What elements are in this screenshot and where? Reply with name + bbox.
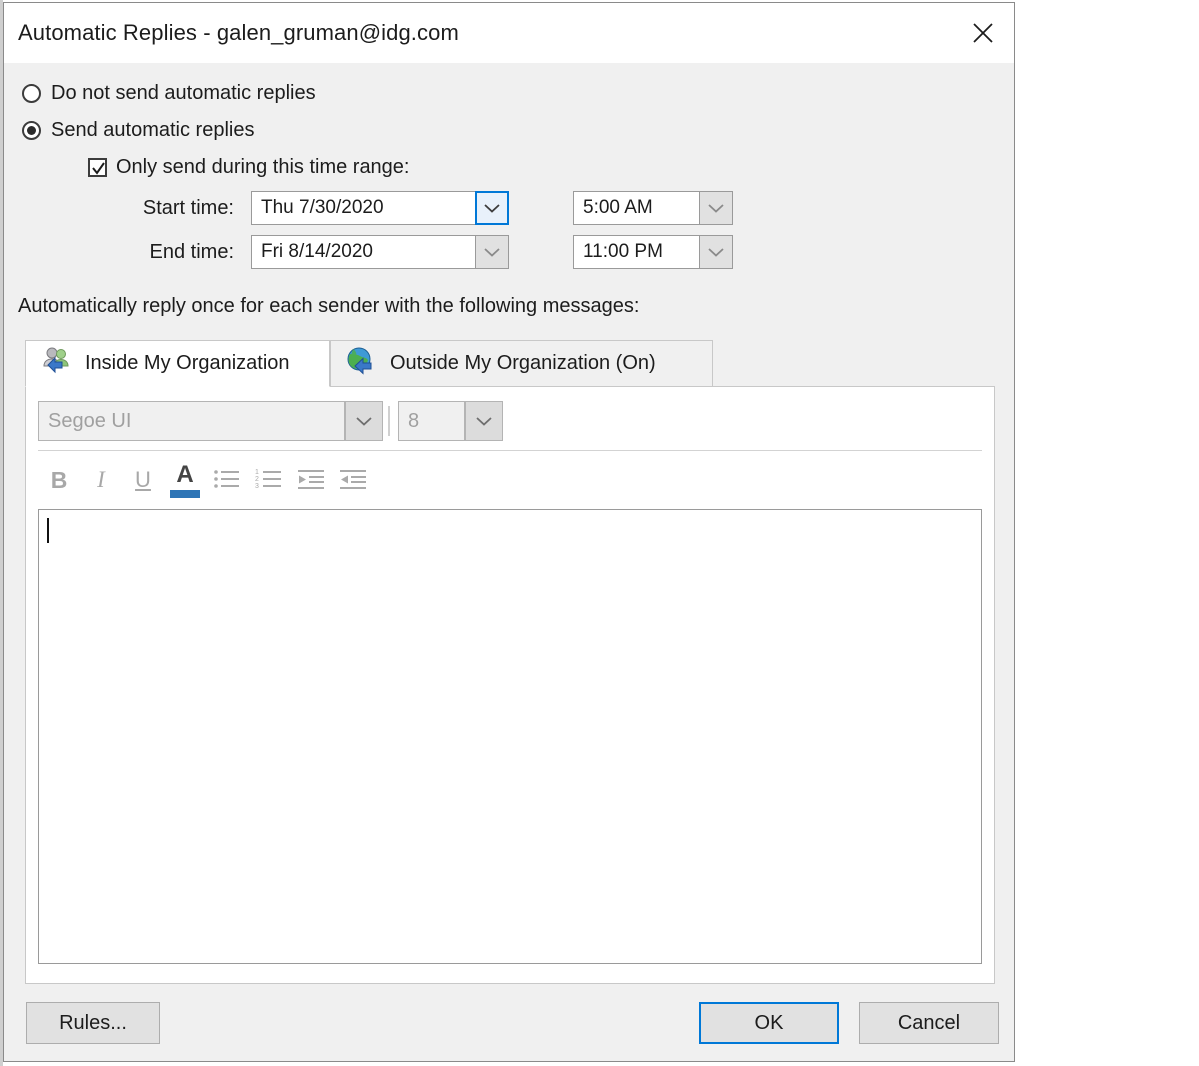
font-color-glyph: A [170,462,200,498]
svg-text:2: 2 [255,476,259,483]
tab-inside-my-organization[interactable]: Inside My Organization [25,340,330,387]
svg-text:3: 3 [255,483,259,490]
chevron-down-icon [484,247,500,257]
chevron-down-icon [476,416,492,426]
dialog-titlebar: Automatic Replies - galen_gruman@idg.com [4,3,1014,63]
globe-reply-icon [345,346,379,382]
radio-do-not-send-automatic-replies[interactable]: Do not send automatic replies [22,82,316,105]
screen: Automatic Replies - galen_gruman@idg.com… [0,0,1199,1066]
font-name-combo[interactable]: Segoe UI [38,401,383,441]
dialog-title: Automatic Replies - galen_gruman@idg.com [18,20,459,45]
bold-icon[interactable]: B [38,459,80,501]
checkbox-label-time-range: Only send during this time range: [116,156,410,178]
underline-icon[interactable]: U [122,459,164,501]
ok-button[interactable]: OK [699,1002,839,1044]
bullet-list-icon[interactable] [206,459,248,501]
text-caret [47,518,49,543]
svg-text:1: 1 [255,469,259,476]
underline-glyph: U [135,467,151,492]
font-size-dropdown-button[interactable] [465,401,503,441]
radio-label-send: Send automatic replies [51,119,255,141]
radio-label-do-not-send: Do not send automatic replies [51,82,316,104]
toolbar-divider [388,406,390,436]
tab-label-inside: Inside My Organization [85,352,290,374]
people-reply-icon [40,346,74,382]
chevron-down-icon [708,247,724,257]
dialog-body: Do not send automatic replies Send autom… [4,63,1014,1061]
end-date-combo[interactable]: Fri 8/14/2020 [251,235,509,269]
chevron-down-icon [484,203,500,213]
start-time-label: Start time: [142,197,234,219]
reply-instruction-text: Automatically reply once for each sender… [18,295,640,317]
chevron-down-icon [708,203,724,213]
inside-organization-panel: Segoe UI 8 B I U A 1 2 3 [25,386,995,984]
close-button[interactable] [952,3,1014,62]
increase-indent-icon[interactable] [332,459,374,501]
organization-tabs: Inside My Organization Outside My Organi… [25,340,995,387]
radio-indicator-send [22,121,41,140]
formatting-toolbar: B I U A 1 2 3 [38,459,374,501]
automatic-replies-dialog: Automatic Replies - galen_gruman@idg.com… [3,2,1015,1062]
font-color-letter: A [176,461,194,488]
reply-message-editor[interactable] [38,509,982,964]
bold-glyph: B [50,466,68,493]
italic-icon[interactable]: I [80,459,122,501]
chevron-down-icon [356,416,372,426]
font-color-swatch [170,490,200,498]
end-time-value[interactable]: 11:00 PM [573,235,699,269]
toolbar-separator-line [38,450,982,451]
radio-indicator-do-not-send [22,84,41,103]
italic-glyph: I [97,467,105,492]
tab-label-outside: Outside My Organization (On) [390,352,656,374]
end-time-dropdown-button[interactable] [699,235,733,269]
radio-send-automatic-replies[interactable]: Send automatic replies [22,119,254,142]
end-time-combo[interactable]: 11:00 PM [573,235,733,269]
font-size-combo[interactable]: 8 [398,401,503,441]
font-size-value[interactable]: 8 [398,401,465,441]
cancel-button[interactable]: Cancel [859,1002,999,1044]
checkbox-indicator-time-range [88,158,107,177]
checkbox-only-send-during-time-range[interactable]: Only send during this time range: [88,156,410,179]
tab-outside-my-organization[interactable]: Outside My Organization (On) [330,340,713,387]
decrease-indent-icon[interactable] [290,459,332,501]
end-date-dropdown-button[interactable] [475,235,509,269]
font-name-dropdown-button[interactable] [345,401,383,441]
start-date-value[interactable]: Thu 7/30/2020 [251,191,475,225]
close-icon [971,21,995,45]
end-time-label: End time: [149,241,234,263]
start-date-combo[interactable]: Thu 7/30/2020 [251,191,509,225]
numbered-list-icon[interactable]: 1 2 3 [248,459,290,501]
start-time-value[interactable]: 5:00 AM [573,191,699,225]
start-time-dropdown-button[interactable] [699,191,733,225]
font-color-icon[interactable]: A [164,459,206,501]
rules-button[interactable]: Rules... [26,1002,160,1044]
end-date-value[interactable]: Fri 8/14/2020 [251,235,475,269]
start-date-dropdown-button[interactable] [475,191,509,225]
start-time-combo[interactable]: 5:00 AM [573,191,733,225]
font-name-value[interactable]: Segoe UI [38,401,345,441]
